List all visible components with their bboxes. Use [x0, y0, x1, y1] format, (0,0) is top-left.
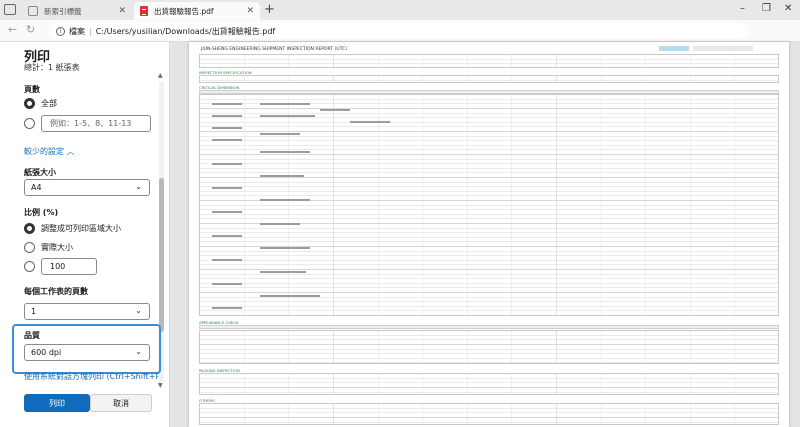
paper-size-label: 紙張大小 [24, 168, 56, 177]
close-tab-icon[interactable]: ✕ [118, 6, 126, 16]
spec-table [199, 75, 779, 83]
address-bar: ← ↻ i 檔案 | C:/Users/yusilian/Downloads/出… [0, 20, 800, 42]
quality-select[interactable]: 600 dpi ⌄ [24, 344, 150, 361]
system-dialog-link[interactable]: 使用系統對話方塊列印 (Ctrl+Shift+P) [24, 371, 158, 382]
address-info-label: 檔案 [69, 26, 85, 36]
radio-checked-icon[interactable] [24, 98, 35, 109]
radio-unchecked-icon[interactable] [24, 118, 35, 129]
url-input[interactable]: i 檔案 | C:/Users/yusilian/Downloads/出貨報驗報… [48, 23, 748, 39]
fewer-settings-link[interactable]: 較少的設定 ︿ [24, 146, 75, 157]
others-table [199, 403, 779, 425]
radio-checked-icon[interactable] [24, 223, 35, 234]
tab-actions-icon[interactable] [4, 4, 16, 15]
appearance-table-header [199, 325, 779, 329]
tab-new-tab[interactable]: 新索引標籤 ✕ [22, 2, 132, 20]
tab-label: 新索引標籤 [44, 6, 82, 16]
pages-per-sheet-label: 每個工作表的頁數 [24, 287, 88, 296]
paper-size-value: A4 [31, 183, 42, 192]
back-arrow-icon[interactable]: ← [8, 23, 17, 37]
refresh-icon[interactable]: ↻ [26, 23, 35, 37]
paper-size-select[interactable]: A4 ⌄ [24, 179, 150, 196]
restore-icon[interactable]: ❐ [762, 2, 771, 16]
chevron-down-icon: ⌄ [135, 182, 142, 191]
minimize-icon[interactable]: – [740, 2, 745, 16]
chevron-down-icon: ⌄ [135, 306, 142, 315]
appearance-table [199, 330, 779, 364]
quality-label: 品質 [24, 331, 40, 340]
scale-actual-label: 實際大小 [41, 243, 73, 252]
print-button[interactable]: 列印 [24, 394, 90, 412]
pages-per-sheet-select[interactable]: 1 ⌄ [24, 303, 150, 320]
dimension-table [199, 94, 779, 316]
header-info-table [199, 54, 779, 68]
address-separator: | [89, 26, 92, 36]
radio-unchecked-icon[interactable] [24, 261, 35, 272]
pdf-file-icon [140, 6, 148, 16]
scale-custom-option[interactable] [24, 261, 41, 272]
info-icon[interactable]: i [56, 26, 65, 36]
document-title: JIUN-SHENG ENGINEERING SHIPMENT INSPECTI… [201, 47, 347, 52]
cancel-button[interactable]: 取消 [90, 394, 152, 412]
scale-custom-value: 100 [50, 262, 66, 271]
pages-all-option[interactable]: 全部 [24, 98, 57, 109]
scale-fit-option[interactable]: 調整成可列印區域大小 [24, 223, 121, 234]
tab-bar: 新索引標籤 ✕ 出貨報驗報告.pdf ✕ + – ❐ ✕ [0, 0, 800, 20]
scale-custom-input[interactable]: 100 [41, 258, 97, 275]
pages-label: 頁數 [24, 85, 40, 94]
address-path: C:/Users/yusilian/Downloads/出貨報驗報告.pdf [95, 26, 276, 36]
pages-custom-input[interactable]: 例如：1-5、8、11-13 [41, 115, 151, 132]
print-settings-panel: 列印 總計：1 紙張表 ▲ ▼ 頁數 全部 例如：1-5、8、11-13 較少的… [0, 42, 170, 427]
close-tab-icon[interactable]: ✕ [246, 6, 254, 16]
close-window-icon[interactable]: ✕ [784, 2, 792, 16]
scale-fit-label: 調整成可列印區域大小 [41, 224, 121, 233]
new-tab-page-icon [28, 6, 38, 16]
pages-all-label: 全部 [41, 99, 57, 108]
scale-label: 比例 (%) [24, 208, 59, 217]
pages-custom-option[interactable] [24, 118, 41, 129]
scroll-up-icon[interactable]: ▲ [158, 72, 163, 79]
document-header-info [693, 46, 753, 51]
pages-custom-placeholder: 例如：1-5、8、11-13 [50, 119, 132, 128]
packing-table [199, 373, 779, 395]
pages-per-sheet-value: 1 [31, 307, 37, 316]
scale-actual-option[interactable]: 實際大小 [24, 242, 73, 253]
quality-value: 600 dpi [31, 348, 62, 357]
scroll-down-icon[interactable]: ▼ [158, 382, 163, 389]
print-preview-area[interactable]: JIUN-SHENG ENGINEERING SHIPMENT INSPECTI… [171, 42, 800, 427]
tab-label: 出貨報驗報告.pdf [154, 6, 214, 16]
sheet-count: 總計：1 紙張表 [24, 63, 80, 72]
document-header-tag [659, 46, 689, 51]
chevron-down-icon: ⌄ [135, 347, 142, 356]
tab-pdf-report[interactable]: 出貨報驗報告.pdf ✕ [134, 2, 260, 20]
new-tab-plus-icon[interactable]: + [264, 2, 275, 18]
panel-scrollbar-thumb[interactable] [159, 178, 164, 332]
preview-page: JIUN-SHENG ENGINEERING SHIPMENT INSPECTI… [189, 42, 789, 427]
radio-unchecked-icon[interactable] [24, 242, 35, 253]
